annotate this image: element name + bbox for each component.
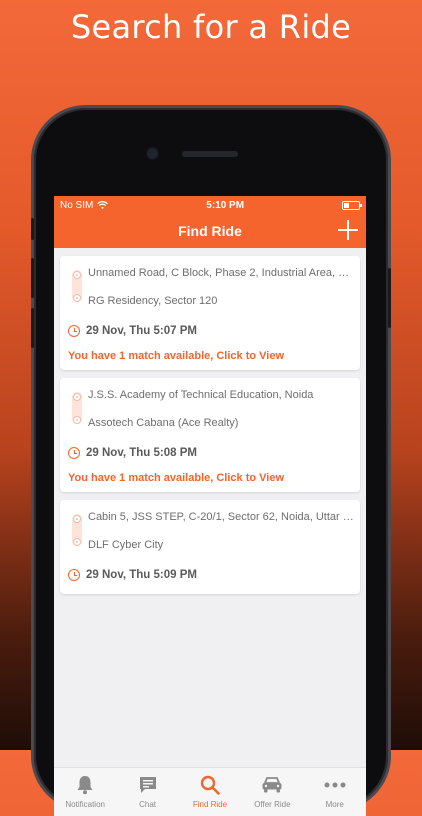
tab-label: Notification [65, 800, 105, 809]
carrier-label: No SIM [60, 199, 94, 211]
clock-icon [68, 325, 80, 337]
destination-pin-icon [73, 416, 81, 424]
ride-list: Unnamed Road, C Block, Phase 2, Industri… [54, 248, 366, 594]
destination-location: DLF Cyber City [88, 539, 164, 551]
ride-card[interactable]: J.S.S. Academy of Technical Education, N… [60, 378, 360, 492]
destination-pin-icon [73, 294, 81, 302]
match-link[interactable]: You have 1 match available, Click to Vie… [68, 472, 354, 486]
power-button [388, 268, 391, 328]
nav-bar: Find Ride [54, 214, 366, 248]
origin-pin-icon [73, 515, 81, 523]
chat-icon [139, 777, 156, 793]
tab-label: Chat [139, 800, 157, 809]
wifi-icon [97, 201, 109, 209]
tab-label: Find Ride [192, 800, 228, 809]
clock-icon [68, 569, 80, 581]
tab-label: More [325, 800, 344, 809]
bell-icon [77, 776, 93, 795]
add-ride-button[interactable] [336, 218, 360, 242]
ride-time: 29 Nov, Thu 5:07 PM [86, 325, 197, 337]
origin-pin-icon [73, 271, 81, 279]
volume-up-button [31, 258, 34, 298]
route: Cabin 5, JSS STEP, C-20/1, Sector 62, No… [68, 506, 354, 562]
ride-time-row: 29 Nov, Thu 5:08 PM [68, 444, 354, 462]
earpiece-speaker [182, 151, 238, 157]
tab-label: Offer Ride [254, 800, 291, 809]
search-icon [200, 775, 220, 795]
promo-title: Search for a Ride [70, 8, 352, 46]
ride-card[interactable]: Cabin 5, JSS STEP, C-20/1, Sector 62, No… [60, 500, 360, 594]
destination-location: Assotech Cabana (Ace Realty) [88, 417, 239, 429]
tab-more[interactable]: More [304, 768, 366, 809]
mute-switch [31, 218, 34, 240]
car-icon [262, 777, 282, 793]
tab-notification[interactable]: Notification [54, 768, 116, 809]
page-title: Find Ride [178, 223, 242, 239]
battery-icon [341, 200, 362, 210]
ride-time-row: 29 Nov, Thu 5:07 PM [68, 322, 354, 340]
match-link[interactable]: You have 1 match available, Click to Vie… [68, 350, 354, 364]
ride-time-row: 29 Nov, Thu 5:09 PM [68, 566, 354, 584]
origin-location: Unnamed Road, C Block, Phase 2, Industri… [88, 267, 354, 279]
destination-pin-icon [73, 538, 81, 546]
tab-find-ride[interactable]: Find Ride [179, 768, 241, 809]
destination-location: RG Residency, Sector 120 [88, 295, 218, 307]
more-icon [324, 782, 346, 788]
route: J.S.S. Academy of Technical Education, N… [68, 384, 354, 440]
route: Unnamed Road, C Block, Phase 2, Industri… [68, 262, 354, 318]
app-screen: No SIM 5:10 PM Find Ride Unnamed Road, C… [54, 196, 366, 816]
phone-frame: No SIM 5:10 PM Find Ride Unnamed Road, C… [31, 108, 391, 816]
status-time: 5:10 PM [206, 199, 245, 211]
clock-icon [68, 447, 80, 459]
tab-offer-ride[interactable]: Offer Ride [241, 768, 303, 809]
origin-location: J.S.S. Academy of Technical Education, N… [88, 389, 314, 401]
ride-time: 29 Nov, Thu 5:09 PM [86, 569, 197, 581]
tab-bar: Notification Chat Find Ride Offer Ride M… [54, 767, 366, 816]
status-bar: No SIM 5:10 PM [54, 196, 366, 214]
ride-time: 29 Nov, Thu 5:08 PM [86, 447, 197, 459]
tab-chat[interactable]: Chat [117, 768, 179, 809]
origin-location: Cabin 5, JSS STEP, C-20/1, Sector 62, No… [88, 511, 354, 523]
ride-card[interactable]: Unnamed Road, C Block, Phase 2, Industri… [60, 256, 360, 370]
front-camera [147, 148, 158, 159]
volume-down-button [31, 308, 34, 348]
origin-pin-icon [73, 393, 81, 401]
